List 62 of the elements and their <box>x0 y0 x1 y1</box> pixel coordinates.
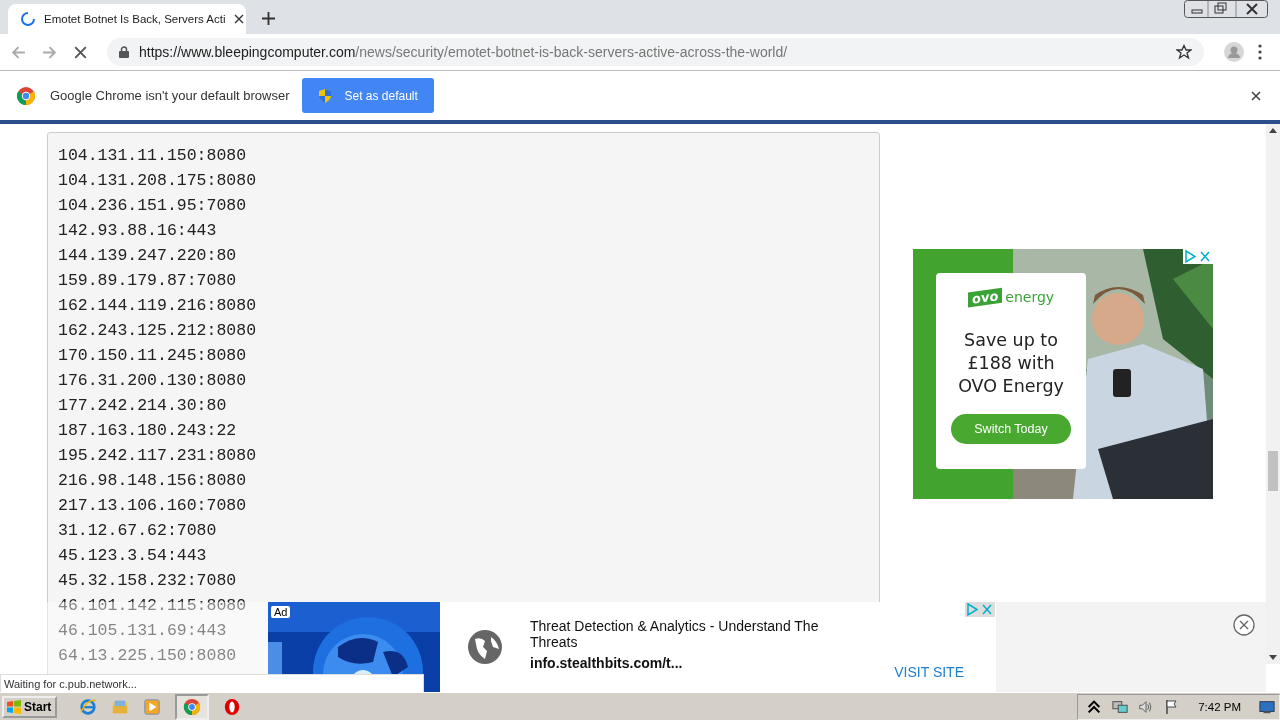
shield-icon <box>318 87 333 104</box>
code-line: 104.131.11.150:8080 <box>58 145 247 167</box>
opera-icon[interactable] <box>223 697 242 716</box>
close-icon[interactable] <box>1251 90 1261 101</box>
logo-word: energy <box>1005 289 1055 305</box>
loading-spinner-icon <box>20 11 36 27</box>
scroll-up-icon[interactable] <box>1269 128 1277 133</box>
window-controls[interactable] <box>1184 0 1268 18</box>
code-line: 176.31.200.130:8080 <box>58 370 247 392</box>
code-line: 195.242.117.231:8080 <box>58 445 257 467</box>
code-line: 31.12.67.62:7080 <box>58 520 217 542</box>
infobar-message: Google Chrome isn't your default browser <box>50 88 290 103</box>
chevron-up-icon[interactable] <box>1086 698 1103 715</box>
code-line: 162.144.119.216:8080 <box>58 295 257 317</box>
close-icon[interactable] <box>1233 614 1255 636</box>
code-line: 142.93.88.16:443 <box>58 220 217 242</box>
browser-tab[interactable]: Emotet Botnet Is Back, Servers Acti <box>8 4 246 34</box>
scroll-down-icon[interactable] <box>1269 655 1277 660</box>
set-as-default-button[interactable]: Set as default <box>302 78 434 113</box>
ad-url[interactable]: info.stealthbits.com/t... <box>530 655 830 671</box>
media-player-icon[interactable] <box>143 697 162 716</box>
logo-mark: ovo <box>967 287 1003 307</box>
ad-title[interactable]: Threat Detection & Analytics - Understand The Threats <box>530 618 830 650</box>
code-line: 64.13.225.150:8080 <box>58 645 237 667</box>
close-icon[interactable] <box>233 14 244 24</box>
clock[interactable]: 7:42 PM <box>1198 700 1241 713</box>
globe-icon <box>467 629 503 665</box>
show-desktop-icon[interactable] <box>1259 698 1275 715</box>
code-line: 187.163.180.243:22 <box>58 420 237 442</box>
address-field[interactable]: https://www.bleepingcomputer.com/news/security/emotet-botnet-is-back-servers-active-across-the-world/ <box>107 38 1204 66</box>
internet-explorer-icon[interactable] <box>79 697 98 716</box>
code-line: 104.131.208.175:8080 <box>58 170 257 192</box>
code-line: 45.32.158.232:7080 <box>58 570 237 592</box>
windows-logo-icon <box>6 698 22 715</box>
ad-headline: Save up to £188 with OVO Energy <box>957 329 1065 398</box>
lock-icon <box>119 46 129 58</box>
profile-icon[interactable] <box>1224 42 1244 62</box>
scrollbar[interactable] <box>1266 124 1280 664</box>
status-bubble: Waiting for c.pub.network... <box>0 674 424 692</box>
code-line: 46.105.131.69:443 <box>58 620 227 642</box>
code-line: 217.13.106.160:7080 <box>58 495 247 517</box>
chrome-taskbar-button[interactable] <box>175 693 210 720</box>
code-line: 45.123.3.54:443 <box>58 545 207 567</box>
code-line: 104.236.151.95:7080 <box>58 195 247 217</box>
scroll-thumb[interactable] <box>1268 451 1278 491</box>
chrome-logo-icon <box>16 85 36 106</box>
tab-title: Emotet Botnet Is Back, Servers Acti <box>44 13 226 25</box>
code-line: 46.101.142.115:8080 <box>58 595 247 617</box>
code-line: 170.150.11.245:8080 <box>58 345 247 367</box>
menu-icon[interactable] <box>1258 44 1262 60</box>
code-line: 162.243.125.212:8080 <box>58 320 257 342</box>
star-icon[interactable] <box>1176 44 1192 60</box>
network-icon[interactable] <box>1112 698 1129 715</box>
code-line: 144.139.247.220:80 <box>58 245 237 267</box>
code-line: 216.98.148.156:8080 <box>58 470 247 492</box>
start-button[interactable]: Start <box>2 695 58 718</box>
code-line: 177.242.214.30:80 <box>58 395 227 417</box>
visit-site-link[interactable]: VISIT SITE <box>894 664 964 680</box>
ad-badge: Ad <box>271 606 291 618</box>
new-tab-icon[interactable] <box>262 12 275 25</box>
chrome-icon <box>183 697 202 716</box>
code-line: 159.89.179.87:7080 <box>58 270 237 292</box>
